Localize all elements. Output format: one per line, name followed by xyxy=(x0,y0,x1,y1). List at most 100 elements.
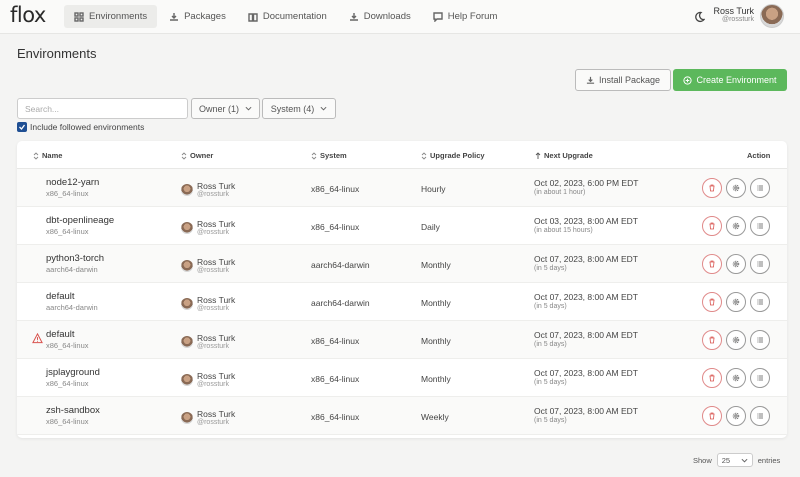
env-name-cell[interactable]: dbt-openlineage x86_64-linux xyxy=(46,215,114,236)
next-upgrade-relative: (in 5 days) xyxy=(534,265,567,272)
nav-packages[interactable]: Packages xyxy=(159,5,236,28)
row-actions xyxy=(702,406,770,426)
include-followed-toggle[interactable]: Include followed environments xyxy=(17,122,144,132)
top-navbar: flox Environments Packages Documentation… xyxy=(0,0,800,34)
upgrade-policy-cell: Weekly xyxy=(421,412,449,422)
nav-documentation[interactable]: Documentation xyxy=(238,5,337,28)
settings-button[interactable] xyxy=(726,254,746,274)
table-row[interactable]: default x86_64-linux Ross Turk @rossturk x86… xyxy=(17,321,787,359)
env-name[interactable]: default xyxy=(46,291,98,302)
page-size-select[interactable]: 25 xyxy=(716,453,753,467)
env-name-cell[interactable]: node12-yarn x86_64-linux xyxy=(46,177,99,198)
delete-button[interactable] xyxy=(702,292,722,312)
owner-avatar xyxy=(181,184,193,197)
nav-label: Environments xyxy=(89,11,148,22)
search-input[interactable] xyxy=(17,98,188,119)
next-upgrade-cell: Oct 07, 2023, 8:00 AM EDT (in 5 days) xyxy=(534,330,638,348)
delete-button[interactable] xyxy=(702,178,722,198)
owner-cell: Ross Turk @rossturk xyxy=(181,258,235,274)
settings-button[interactable] xyxy=(726,216,746,236)
settings-button[interactable] xyxy=(726,368,746,388)
settings-button[interactable] xyxy=(726,292,746,312)
details-button[interactable] xyxy=(750,178,770,198)
next-upgrade-time: Oct 07, 2023, 8:00 AM EDT xyxy=(534,292,638,302)
sort-asc-icon xyxy=(535,151,541,159)
column-header-name[interactable]: Name xyxy=(33,151,62,160)
owner-handle: @rossturk xyxy=(197,304,229,312)
env-name[interactable]: zsh-sandbox xyxy=(46,405,100,416)
owner-avatar xyxy=(181,374,193,387)
details-button[interactable] xyxy=(750,216,770,236)
upgrade-policy-cell: Monthly xyxy=(421,374,451,384)
next-upgrade-time: Oct 07, 2023, 8:00 AM EDT xyxy=(534,406,638,416)
owner-filter-dropdown[interactable]: Owner (1) xyxy=(191,98,260,119)
env-name-cell[interactable]: default aarch64-darwin xyxy=(46,291,98,312)
gear-icon xyxy=(732,374,740,382)
delete-button[interactable] xyxy=(702,330,722,350)
env-system-sub: x86_64-linux xyxy=(46,379,89,388)
env-name[interactable]: node12-yarn xyxy=(46,177,99,188)
dark-mode-toggle[interactable] xyxy=(693,10,706,23)
system-cell: x86_64-linux xyxy=(311,184,360,194)
column-header-system[interactable]: System xyxy=(311,151,347,160)
list-icon xyxy=(757,413,763,419)
system-cell: x86_64-linux xyxy=(311,412,360,422)
env-name[interactable]: python3-torch xyxy=(46,253,104,264)
delete-button[interactable] xyxy=(702,368,722,388)
table-row[interactable]: jsplayground x86_64-linux Ross Turk @rosstu… xyxy=(17,359,787,397)
user-avatar[interactable] xyxy=(760,4,784,28)
details-button[interactable] xyxy=(750,330,770,350)
delete-button[interactable] xyxy=(702,216,722,236)
env-name-cell[interactable]: default x86_64-linux xyxy=(46,329,89,350)
install-package-button[interactable]: Install Package xyxy=(575,69,671,91)
settings-button[interactable] xyxy=(726,406,746,426)
nav-label: Packages xyxy=(184,11,226,22)
column-header-upgrade-policy[interactable]: Upgrade Policy xyxy=(421,151,485,160)
next-upgrade-cell: Oct 07, 2023, 8:00 AM EDT (in 5 days) xyxy=(534,368,638,386)
list-icon xyxy=(757,185,763,191)
settings-button[interactable] xyxy=(726,330,746,350)
owner-cell: Ross Turk @rossturk xyxy=(181,372,235,388)
table-row[interactable]: python3-torch aarch64-darwin Ross Turk @ros… xyxy=(17,245,787,283)
pagination: Show 25 entries xyxy=(693,453,780,467)
include-followed-checkbox[interactable] xyxy=(17,122,27,132)
owner-handle: @rossturk xyxy=(197,418,229,426)
table-row[interactable]: default aarch64-darwin Ross Turk @rossturk a… xyxy=(17,283,787,321)
env-name-cell[interactable]: zsh-sandbox x86_64-linux xyxy=(46,405,100,426)
row-actions xyxy=(702,368,770,388)
delete-button[interactable] xyxy=(702,406,722,426)
column-header-owner[interactable]: Owner xyxy=(181,151,213,160)
details-button[interactable] xyxy=(750,254,770,274)
gear-icon xyxy=(732,222,740,230)
system-filter-dropdown[interactable]: System (4) xyxy=(262,98,336,119)
details-button[interactable] xyxy=(750,368,770,388)
table-row[interactable]: node12-yarn x86_64-linux Ross Turk @rosstur… xyxy=(17,169,787,207)
trash-icon xyxy=(709,336,715,344)
nav-environments[interactable]: Environments xyxy=(64,5,158,28)
delete-button[interactable] xyxy=(702,254,722,274)
settings-button[interactable] xyxy=(726,178,746,198)
create-environment-button[interactable]: Create Environment xyxy=(673,69,787,91)
flox-logo[interactable]: flox xyxy=(10,3,46,27)
table-row[interactable]: dbt-openlineage x86_64-linux Ross Turk @ros… xyxy=(17,207,787,245)
nav-label: Documentation xyxy=(262,11,327,22)
owner-name: Ross Turk xyxy=(197,181,236,191)
table-row[interactable]: zsh-sandbox x86_64-linux Ross Turk @rosstur… xyxy=(17,397,787,435)
env-name[interactable]: dbt-openlineage xyxy=(46,215,114,226)
owner-handle: @rossturk xyxy=(197,190,229,198)
user-menu[interactable]: Ross Turk @rossturk xyxy=(712,6,754,23)
env-system-sub: aarch64-darwin xyxy=(46,265,98,274)
nav-downloads[interactable]: Downloads xyxy=(339,5,421,28)
owner-handle: @rossturk xyxy=(197,266,229,274)
env-name[interactable]: default xyxy=(46,329,89,340)
env-name-cell[interactable]: jsplayground x86_64-linux xyxy=(46,367,100,388)
details-button[interactable] xyxy=(750,406,770,426)
nav-help-forum[interactable]: Help Forum xyxy=(423,5,508,28)
env-name[interactable]: jsplayground xyxy=(46,367,100,378)
env-name-cell[interactable]: python3-torch aarch64-darwin xyxy=(46,253,104,274)
column-header-next-upgrade[interactable]: Next Upgrade xyxy=(535,151,593,160)
next-upgrade-relative: (in about 15 hours) xyxy=(534,227,593,234)
details-button[interactable] xyxy=(750,292,770,312)
upgrade-policy-cell: Monthly xyxy=(421,336,451,346)
owner-handle: @rossturk xyxy=(197,342,229,350)
